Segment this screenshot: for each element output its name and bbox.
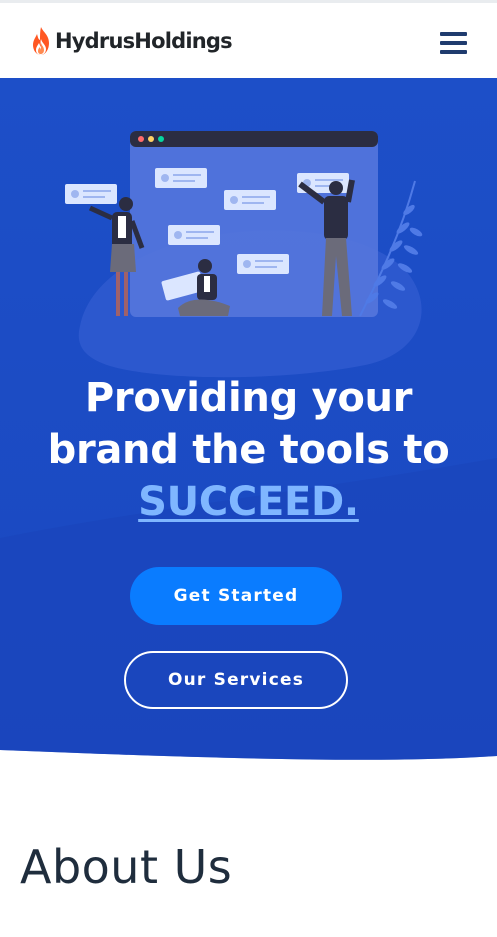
headline-accent: SUCCEED. [138,479,359,525]
menu-bar [440,50,467,54]
menu-bar [440,41,467,45]
team-collaboration-illustration [65,131,423,378]
get-started-button[interactable]: Get Started [130,567,342,625]
brand-name: HydrusHoldings [55,29,233,53]
menu-bar [440,32,467,36]
hamburger-menu-icon[interactable] [440,32,467,54]
hero-section: Providing your brand the tools to SUCCEE… [0,78,497,768]
headline-line-2: brand the tools to [47,427,450,473]
headline-line-1: Providing your [84,375,413,421]
brand-logo[interactable]: HydrusHoldings [30,25,233,57]
hero-headline: Providing your brand the tools to SUCCEE… [0,372,497,528]
our-services-button[interactable]: Our Services [124,651,348,709]
top-navbar: HydrusHoldings [0,0,497,78]
about-us-heading: About Us [20,840,233,894]
flame-icon [33,27,49,55]
